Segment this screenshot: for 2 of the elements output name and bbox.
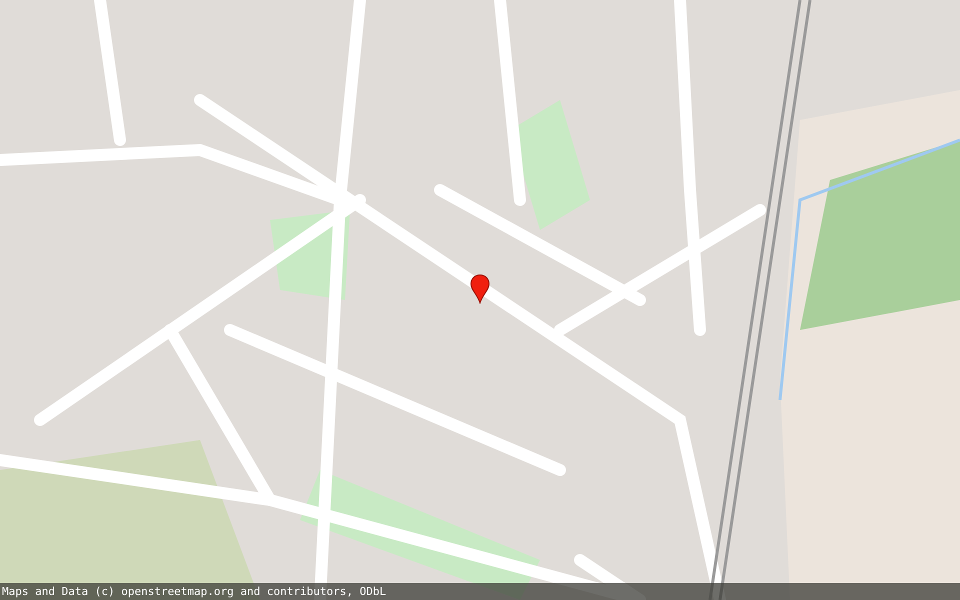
map-attribution: Maps and Data (c) openstreetmap.org and contributors, ODbL <box>0 583 960 600</box>
location-pin-icon <box>470 274 490 304</box>
